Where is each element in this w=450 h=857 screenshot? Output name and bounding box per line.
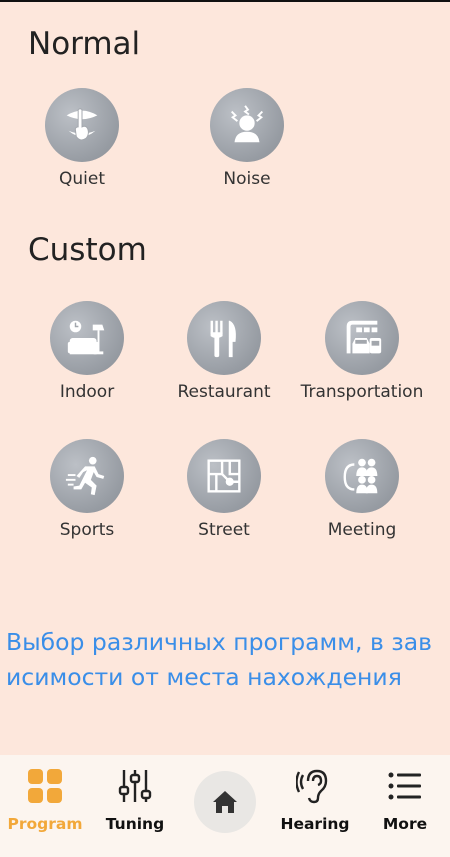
indoor-sofa-icon <box>50 301 124 375</box>
program-quiet[interactable]: Quiet <box>7 88 157 189</box>
program-label: Quiet <box>58 169 105 189</box>
section-title-custom: Custom <box>28 232 147 268</box>
noise-icon <box>210 88 284 162</box>
program-description: Выбор различных программ, в зависимости … <box>6 628 433 691</box>
section-title-normal: Normal <box>28 26 141 62</box>
bus-car-icon <box>325 301 399 375</box>
program-label: Indoor <box>59 382 115 402</box>
nav-label: Hearing <box>280 815 350 833</box>
meeting-people-icon <box>325 439 399 513</box>
ear-icon <box>296 769 328 804</box>
program-label: Noise <box>223 169 271 189</box>
program-street[interactable]: Street <box>149 439 299 540</box>
home-button[interactable] <box>194 771 256 833</box>
home-icon <box>213 791 237 813</box>
sliders-icon <box>118 770 152 802</box>
program-label: Transportation <box>300 382 424 402</box>
runner-icon <box>50 439 124 513</box>
nav-program[interactable]: Program <box>0 767 90 833</box>
program-label: Sports <box>59 520 115 540</box>
bottom-navigation: Program Tuning Hearing More <box>0 755 450 857</box>
program-label: Meeting <box>327 520 397 540</box>
nav-label: Program <box>7 815 83 833</box>
nav-hearing[interactable]: Hearing <box>270 767 360 833</box>
status-bar-divider <box>0 0 450 2</box>
street-map-icon <box>187 439 261 513</box>
program-label: Street <box>198 520 250 540</box>
nav-label: More <box>382 815 428 833</box>
nav-label: Tuning <box>105 815 165 833</box>
nav-tuning[interactable]: Tuning <box>90 767 180 833</box>
list-icon <box>388 772 421 800</box>
program-restaurant[interactable]: Restaurant <box>149 301 299 402</box>
grid-icon <box>28 769 62 803</box>
nav-more[interactable]: More <box>360 767 450 833</box>
program-indoor[interactable]: Indoor <box>12 301 162 402</box>
program-noise[interactable]: Noise <box>172 88 322 189</box>
program-sports[interactable]: Sports <box>12 439 162 540</box>
program-transportation[interactable]: Transportation <box>287 301 437 402</box>
program-label: Restaurant <box>177 382 271 402</box>
quiet-icon <box>45 88 119 162</box>
program-meeting[interactable]: Meeting <box>287 439 437 540</box>
fork-knife-icon <box>187 301 261 375</box>
